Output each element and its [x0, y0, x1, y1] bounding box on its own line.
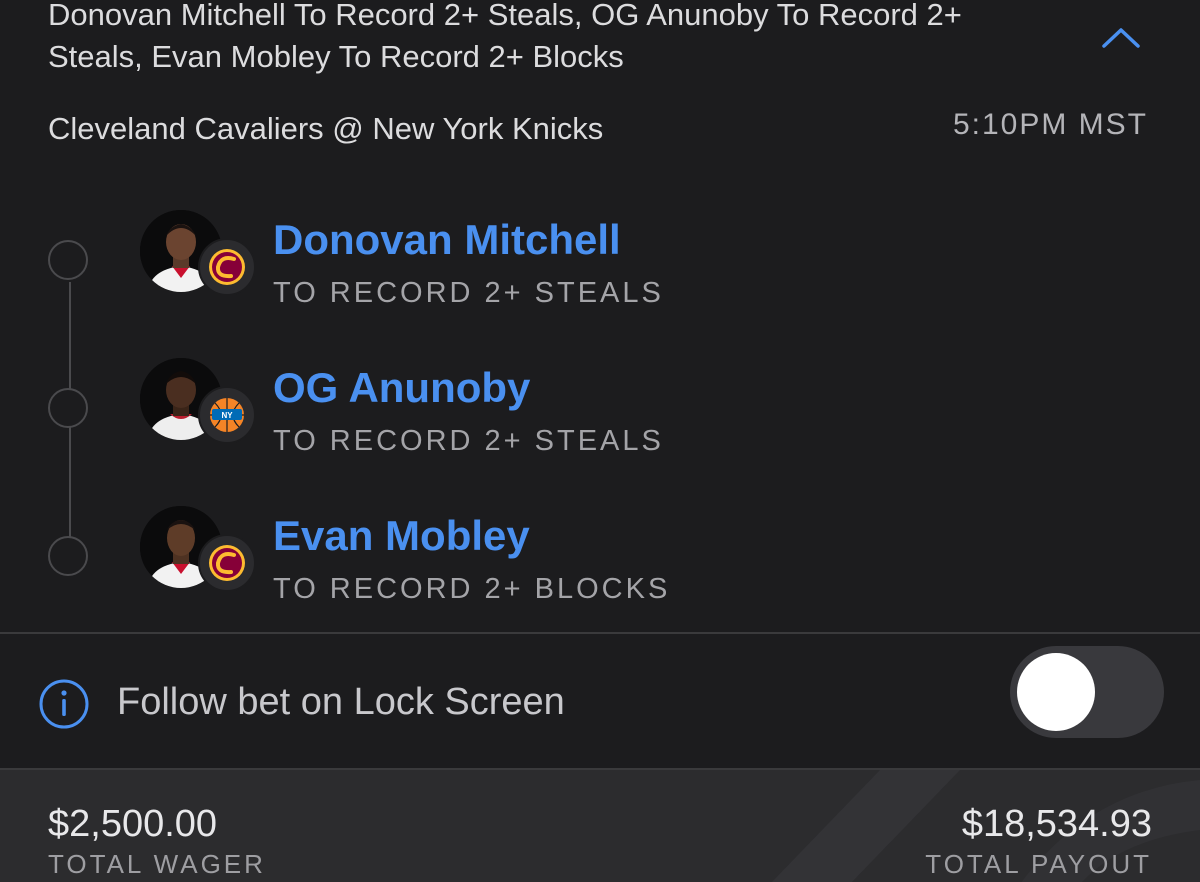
player-name-link[interactable]: OG Anunoby	[273, 363, 530, 413]
follow-bet-label: Follow bet on Lock Screen	[117, 681, 565, 723]
toggle-knob	[1017, 653, 1095, 731]
leg-market: TO RECORD 2+ STEALS	[273, 277, 664, 309]
total-payout-amount: $18,534.93	[961, 803, 1152, 845]
total-wager-amount: $2,500.00	[48, 803, 218, 845]
svg-text:NY: NY	[221, 411, 233, 420]
follow-bet-toggle[interactable]	[1010, 646, 1164, 738]
cavaliers-logo-icon	[198, 534, 256, 592]
game-time: 5:10PM MST	[952, 108, 1148, 141]
total-payout-label: TOTAL PAYOUT	[925, 849, 1152, 879]
player-name-link[interactable]: Evan Mobley	[273, 511, 530, 561]
section-divider	[0, 632, 1200, 634]
leg-status-dot	[48, 536, 88, 576]
total-wager-label: TOTAL WAGER	[48, 849, 266, 879]
info-icon[interactable]	[38, 678, 90, 730]
knicks-logo-icon: NY	[198, 386, 256, 444]
cavaliers-logo-icon	[198, 238, 256, 296]
totals-footer: $2,500.00 TOTAL WAGER $18,534.93 TOTAL P…	[0, 768, 1200, 882]
chevron-up-icon[interactable]	[1100, 22, 1142, 52]
leg-status-dot	[48, 388, 88, 428]
leg-market: TO RECORD 2+ STEALS	[273, 425, 664, 457]
game-matchup: Cleveland Cavaliers @ New York Knicks	[48, 111, 604, 146]
leg-status-dot	[48, 240, 88, 280]
bet-title: Donovan Mitchell To Record 2+ Steals, OG…	[48, 0, 962, 74]
leg-market: TO RECORD 2+ BLOCKS	[273, 573, 671, 605]
player-name-link[interactable]: Donovan Mitchell	[273, 215, 621, 265]
